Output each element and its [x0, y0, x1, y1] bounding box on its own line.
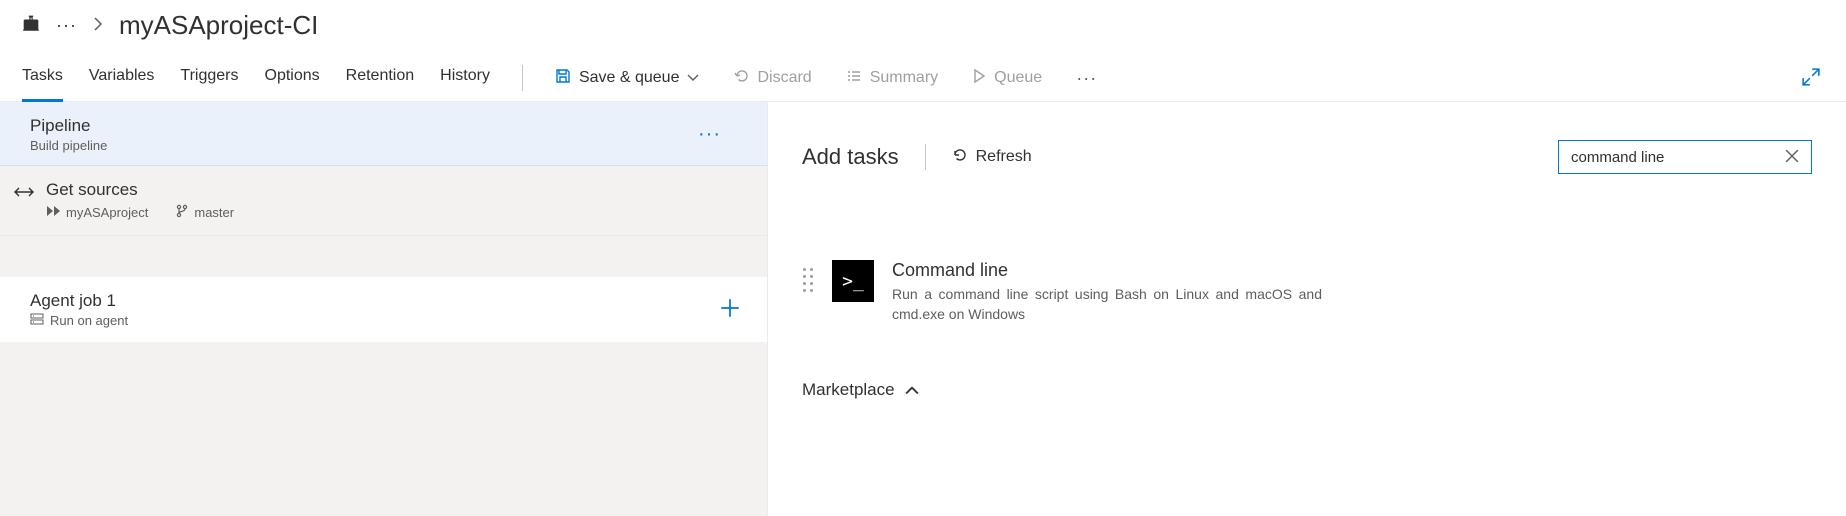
tab-retention[interactable]: Retention: [346, 67, 415, 102]
task-description: Run a command line script using Bash on …: [892, 285, 1322, 324]
get-sources-title: Get sources: [46, 180, 234, 200]
save-icon: [555, 68, 571, 89]
task-search-input[interactable]: [1569, 148, 1781, 167]
refresh-label: Refresh: [976, 148, 1032, 166]
repo-icon: [46, 205, 60, 220]
refresh-icon: [952, 147, 968, 168]
divider: [925, 144, 926, 170]
refresh-button[interactable]: Refresh: [952, 147, 1032, 168]
breadcrumb: ··· myASAproject-CI: [0, 0, 1846, 47]
breadcrumb-more[interactable]: ···: [56, 15, 77, 36]
add-tasks-title: Add tasks: [802, 144, 899, 170]
divider: [522, 65, 523, 91]
list-icon: [846, 68, 862, 89]
add-task-button[interactable]: [719, 297, 741, 322]
get-sources-item[interactable]: Get sources myASAproject mas: [0, 166, 767, 236]
sources-icon: [14, 184, 34, 203]
pipeline-title: Pipeline: [30, 116, 107, 136]
save-queue-label: Save & queue: [579, 69, 680, 87]
pipeline-more-button[interactable]: ···: [698, 123, 747, 146]
agent-job-subtitle: Run on agent: [50, 313, 128, 328]
queue-label: Queue: [994, 69, 1042, 87]
tab-variables[interactable]: Variables: [89, 67, 155, 102]
page-title: myASAproject-CI: [119, 10, 318, 41]
server-icon: [30, 313, 44, 328]
tab-options[interactable]: Options: [265, 67, 320, 102]
tab-triggers[interactable]: Triggers: [180, 67, 238, 102]
pipeline-root-item[interactable]: Pipeline Build pipeline ···: [0, 102, 767, 166]
task-search[interactable]: [1558, 140, 1812, 174]
discard-label: Discard: [757, 69, 811, 87]
undo-icon: [733, 68, 749, 89]
toolbar-more[interactable]: ···: [1076, 68, 1097, 99]
play-icon: [972, 69, 986, 88]
tab-bar: Tasks Variables Triggers Options Retenti…: [0, 47, 1846, 102]
clear-search-button[interactable]: [1781, 145, 1803, 170]
repo-chip: myASAproject: [46, 205, 148, 220]
drag-handle-icon[interactable]: [802, 266, 814, 297]
task-name: Command line: [892, 260, 1322, 281]
marketplace-section[interactable]: Marketplace: [802, 380, 1812, 400]
summary-label: Summary: [870, 69, 938, 87]
org-icon[interactable]: [22, 15, 40, 36]
branch-name: master: [194, 205, 234, 220]
command-line-task-icon: >_: [832, 260, 874, 302]
more-icon: ···: [1076, 68, 1097, 89]
tab-history[interactable]: History: [440, 67, 490, 102]
summary-button[interactable]: Summary: [846, 68, 938, 99]
chevron-down-icon: [687, 69, 699, 87]
branch-icon: [176, 204, 188, 221]
add-tasks-panel: Add tasks Refresh: [768, 102, 1846, 516]
repo-name: myASAproject: [66, 205, 148, 220]
pipeline-tree: Pipeline Build pipeline ··· Get sources: [0, 102, 768, 516]
tab-tasks[interactable]: Tasks: [22, 67, 63, 102]
task-result-command-line[interactable]: >_ Command line Run a command line scrip…: [802, 260, 1322, 324]
chevron-up-icon: [905, 380, 919, 400]
pipeline-subtitle: Build pipeline: [30, 138, 107, 153]
branch-chip: master: [176, 204, 234, 221]
agent-job-item[interactable]: Agent job 1 Run on agent: [0, 276, 767, 343]
marketplace-label: Marketplace: [802, 380, 895, 400]
agent-job-title: Agent job 1: [30, 291, 128, 311]
discard-button[interactable]: Discard: [733, 68, 811, 99]
save-queue-button[interactable]: Save & queue: [555, 68, 700, 99]
fullscreen-button[interactable]: [1802, 68, 1820, 99]
chevron-right-icon: [93, 17, 103, 34]
queue-button[interactable]: Queue: [972, 69, 1042, 98]
